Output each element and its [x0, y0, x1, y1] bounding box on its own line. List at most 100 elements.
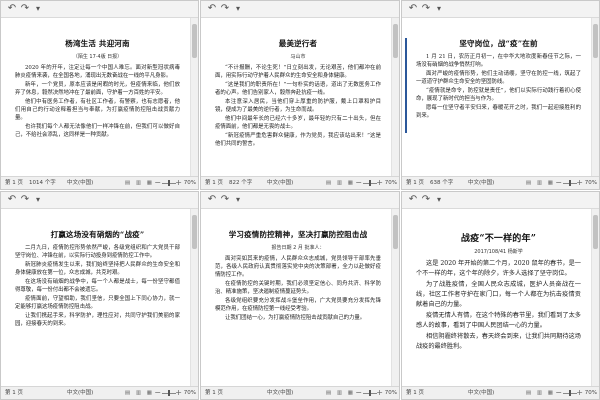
word-window-2: ↶ ↷ ▾ 最美逆行者 马山市 “不计报酬，不论生死！”日立刻出发，无论艰苦，他… — [200, 0, 400, 190]
view-mode-icons[interactable]: ▤ ▥ ▦ — [125, 387, 154, 399]
paragraph: 疫情面前，守望相助，我们坚信，只要全国上下同心协力，就一定能够打赢这场疫情防控阻… — [15, 296, 180, 310]
zoom-out-icon[interactable]: − — [154, 177, 161, 189]
undo-icon[interactable]: ↶ — [407, 194, 419, 206]
zoom-out-icon[interactable]: − — [355, 177, 362, 189]
zoom-in-icon[interactable]: + — [376, 387, 383, 399]
status-bar: 第 1 页 1014 个字 中文(中国) ▤ ▥ ▦ − + 70% — [1, 176, 198, 189]
vertical-scrollbar[interactable] — [190, 209, 198, 386]
undo-icon[interactable]: ↶ — [407, 3, 419, 15]
document-area[interactable]: 杨湾生活 共迎河南 （陌生 17·4版 日报） 2020 年的开年，注定让每一个… — [1, 18, 190, 176]
zoom-in-icon[interactable]: + — [376, 177, 383, 189]
view-mode-icons[interactable]: ▤ ▥ ▦ — [326, 387, 355, 399]
customize-toolbar-icon[interactable]: ▾ — [32, 3, 44, 15]
view-mode-icons[interactable]: ▤ ▥ ▦ — [125, 177, 154, 189]
document-page: 打赢这场没有硝烟的“战疫” 二月九日，疫情防控形势依然严峻，各级党组织和广大党员… — [11, 215, 184, 386]
language-indicator[interactable]: 中文(中国) — [67, 387, 93, 399]
redo-icon[interactable]: ↷ — [219, 3, 231, 15]
scroll-thumb[interactable] — [192, 24, 197, 58]
document-area[interactable]: 学习疫情防控精神，坚决打赢防控阻击战 报告日期 2 月 批准人： 面对突如其来的… — [201, 209, 391, 386]
undo-icon[interactable]: ↶ — [206, 3, 218, 15]
zoom-out-icon[interactable]: − — [355, 387, 362, 399]
redo-icon[interactable]: ↷ — [420, 194, 432, 206]
vertical-scrollbar[interactable] — [391, 209, 399, 386]
document-area[interactable]: 坚守岗位，战“疫”在前 1 月 21 日，农历正月初一，在中华大地欢度新春佳节之… — [402, 18, 591, 176]
document-page: 学习疫情防控精神，坚决打赢防控阻击战 报告日期 2 月 批准人： 面对突如其来的… — [211, 215, 385, 386]
zoom-level[interactable]: 70% — [585, 177, 597, 189]
customize-toolbar-icon[interactable]: ▾ — [433, 194, 445, 206]
vertical-scrollbar[interactable] — [591, 18, 599, 176]
word-window-3: ↶ ↷ ▾ 坚守岗位，战“疫”在前 1 月 21 日，农历正月初一，在中华大地欢… — [401, 0, 600, 190]
language-indicator[interactable]: 中文(中国) — [468, 387, 494, 399]
redo-icon[interactable]: ↷ — [420, 3, 432, 15]
quick-access-toolbar: ↶ ↷ ▾ — [201, 192, 399, 209]
page-indicator[interactable]: 第 1 页 — [5, 387, 23, 399]
zoom-level[interactable]: 70% — [385, 177, 397, 189]
page-indicator[interactable]: 第 1 页 — [406, 387, 424, 399]
paragraph: 新冠肺炎疫情发生以来，我们始终坚持把人民群众的生命安全和身体健康放在第一位，众志… — [15, 262, 180, 276]
document-area[interactable]: 战疫“不一样的年” 2017/108/41 杨斯学 这是 2020 年开始的第二… — [402, 209, 591, 386]
zoom-slider-knob[interactable] — [168, 390, 170, 396]
document-title: 打赢这场没有硝烟的“战疫” — [50, 230, 145, 239]
customize-toolbar-icon[interactable]: ▾ — [232, 194, 244, 206]
view-mode-icons[interactable]: ▤ ▥ ▦ — [526, 177, 555, 189]
undo-icon[interactable]: ↶ — [6, 194, 18, 206]
document-subtitle: 马山市 — [290, 54, 306, 60]
status-bar: 第 1 页 638 个字 中文(中国) ▤ ▥ ▦ − + 70% — [402, 176, 599, 189]
page-indicator[interactable]: 第 1 页 — [406, 177, 424, 189]
scroll-thumb[interactable] — [593, 215, 598, 249]
redo-icon[interactable]: ↷ — [19, 3, 31, 15]
customize-toolbar-icon[interactable]: ▾ — [232, 3, 244, 15]
zoom-slider-knob[interactable] — [369, 390, 371, 396]
view-mode-icons[interactable]: ▤ ▥ ▦ — [326, 177, 355, 189]
zoom-slider-knob[interactable] — [369, 180, 371, 186]
language-indicator[interactable]: 中文(中国) — [67, 177, 93, 189]
redo-icon[interactable]: ↷ — [19, 194, 31, 206]
paragraph: 面对突如其来的疫情，人民群众众志成城，党员领导干部率先垂范，各级人民政府认真贯彻… — [215, 256, 381, 278]
scroll-thumb[interactable] — [393, 215, 398, 249]
customize-toolbar-icon[interactable]: ▾ — [32, 194, 44, 206]
zoom-slider-knob[interactable] — [569, 180, 571, 186]
page-indicator[interactable]: 第 1 页 — [5, 177, 23, 189]
zoom-in-icon[interactable]: + — [175, 177, 182, 189]
redo-icon[interactable]: ↷ — [219, 194, 231, 206]
document-page: 最美逆行者 马山市 “不计报酬，不论生死！”日立刻出发，无论艰苦，他们都冲在前面… — [211, 24, 385, 176]
scroll-thumb[interactable] — [593, 24, 598, 58]
document-title: 战疫“不一样的年” — [460, 234, 537, 244]
zoom-out-icon[interactable]: − — [154, 387, 161, 399]
paragraph: 新年，一个党员，原本应该是闲暇的时光，但疫情来临，他们放弃了休息，毅然决然地冲在… — [15, 82, 180, 96]
zoom-level[interactable]: 70% — [585, 387, 597, 399]
zoom-level[interactable]: 70% — [184, 177, 196, 189]
page-indicator[interactable]: 第 1 页 — [205, 177, 223, 189]
vertical-scrollbar[interactable] — [190, 18, 198, 176]
zoom-in-icon[interactable]: + — [576, 387, 583, 399]
language-indicator[interactable]: 中文(中国) — [267, 387, 293, 399]
paragraph: 在疫情防控的关键时期，我们必须坚定信心、同舟共济、科学防治、精准施策，坚决遏制疫… — [215, 281, 381, 295]
vertical-scrollbar[interactable] — [591, 209, 599, 386]
zoom-in-icon[interactable]: + — [175, 387, 182, 399]
paragraph: 在这场没有硝烟的战争中，每一个人都是战士，每一份坚守都值得尊敬，每一份付出都不会… — [15, 279, 180, 293]
scroll-thumb[interactable] — [393, 24, 398, 58]
word-count[interactable]: 1014 个字 — [29, 177, 56, 189]
zoom-slider-knob[interactable] — [569, 390, 571, 396]
view-mode-icons[interactable]: ▤ ▥ ▦ — [526, 387, 555, 399]
zoom-in-icon[interactable]: + — [576, 177, 583, 189]
quick-access-toolbar: ↶ ↷ ▾ — [402, 1, 599, 18]
undo-icon[interactable]: ↶ — [206, 194, 218, 206]
zoom-out-icon[interactable]: − — [555, 387, 562, 399]
undo-icon[interactable]: ↶ — [6, 3, 18, 15]
language-indicator[interactable]: 中文(中国) — [267, 177, 293, 189]
document-area[interactable]: 打赢这场没有硝烟的“战疫” 二月九日，疫情防控形势依然严峻，各级党组织和广大党员… — [1, 209, 190, 386]
customize-toolbar-icon[interactable]: ▾ — [433, 3, 445, 15]
scroll-thumb[interactable] — [192, 215, 197, 249]
language-indicator[interactable]: 中文(中国) — [468, 177, 494, 189]
word-count[interactable]: 822 个字 — [229, 177, 252, 189]
document-area[interactable]: 最美逆行者 马山市 “不计报酬，不论生死！”日立刻出发，无论艰苦，他们都冲在前面… — [201, 18, 391, 176]
page-indicator[interactable]: 第 1 页 — [205, 387, 223, 399]
word-count[interactable]: 638 个字 — [430, 177, 453, 189]
paragraph: “不计报酬，不论生死！”日立刻出发，无论艰苦，他们都冲在前面，用实际行动守护着人… — [215, 65, 381, 79]
zoom-out-icon[interactable]: − — [555, 177, 562, 189]
vertical-scrollbar[interactable] — [391, 18, 399, 176]
zoom-level[interactable]: 70% — [184, 387, 196, 399]
zoom-level[interactable]: 70% — [385, 387, 397, 399]
zoom-slider-knob[interactable] — [168, 180, 170, 186]
